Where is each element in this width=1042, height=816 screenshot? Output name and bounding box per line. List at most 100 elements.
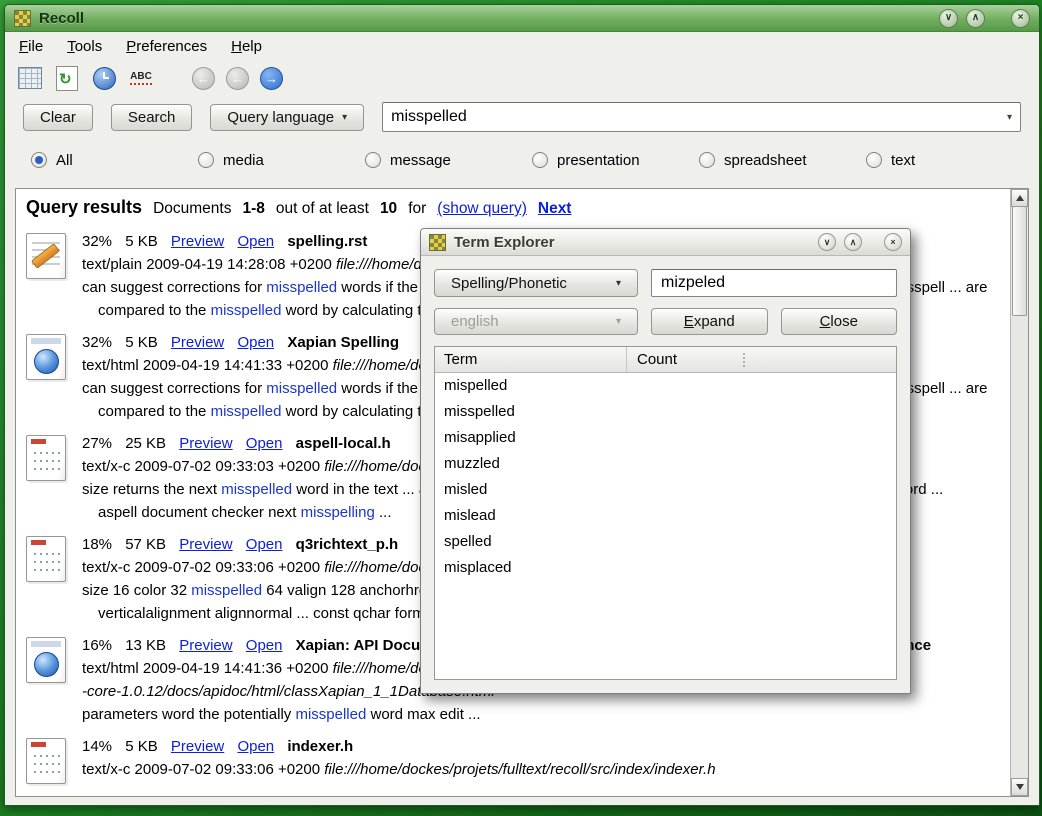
terms-table-header[interactable]: Term Count	[435, 347, 896, 373]
combo-arrow-icon: ▾	[616, 316, 621, 327]
for-word: for	[408, 200, 426, 218]
html-document-icon	[26, 637, 66, 683]
open-link[interactable]: Open	[246, 435, 283, 452]
filter-media[interactable]: media	[198, 152, 365, 169]
documents-range: 1-8	[242, 200, 264, 218]
highlighted-term: misspelled	[295, 706, 366, 723]
term-explorer-dialog: Term Explorer ∨ ∧ × Spelling/Phonetic ▾ …	[420, 228, 911, 694]
recoll-app-icon	[429, 234, 446, 251]
radio-icon	[31, 152, 47, 168]
results-header: Query results Documents 1-8 out of at le…	[26, 197, 1002, 218]
scroll-down-button[interactable]	[1011, 778, 1028, 796]
show-query-link[interactable]: (show query)	[437, 200, 527, 218]
results-scrollbar[interactable]	[1010, 189, 1028, 796]
column-resize-handle[interactable]	[743, 353, 745, 367]
unshade-button[interactable]: ∧	[966, 9, 985, 28]
open-link[interactable]: Open	[246, 536, 283, 553]
menu-file[interactable]: File	[19, 38, 43, 55]
filter-all[interactable]: All	[31, 152, 198, 169]
unshade-button[interactable]: ∧	[844, 233, 862, 251]
shade-button[interactable]: ∨	[818, 233, 836, 251]
search-input[interactable]: misspelled ▾	[382, 102, 1021, 132]
term-row[interactable]: misspelled	[435, 399, 896, 425]
term-row[interactable]: spelled	[435, 529, 896, 555]
open-link[interactable]: Open	[237, 233, 274, 250]
mode-row: Spelling/Phonetic ▾ mizpeled	[434, 269, 897, 297]
term-explorer-titlebar[interactable]: Term Explorer ∨ ∧ ×	[421, 229, 910, 256]
count-column-header[interactable]: Count	[627, 351, 743, 368]
main-titlebar[interactable]: Recoll ∨ ∧ ×	[5, 5, 1039, 32]
menu-bar: File Tools Preferences Help	[5, 32, 1039, 60]
preview-link[interactable]: Preview	[179, 536, 232, 553]
expansion-mode-combo[interactable]: Spelling/Phonetic ▾	[434, 269, 638, 297]
term-row[interactable]: mislead	[435, 503, 896, 529]
filter-text[interactable]: text	[866, 152, 915, 169]
snippet-text: parameters word the potentially	[82, 706, 295, 723]
close-dialog-button[interactable]: Close	[781, 308, 898, 335]
preview-link[interactable]: Preview	[171, 334, 224, 351]
preview-link[interactable]: Preview	[179, 435, 232, 452]
term-explorer-body: Spelling/Phonetic ▾ mizpeled english ▾ E…	[421, 256, 910, 693]
result-lines: text/x-c 2009-07-02 09:33:06 +0200 file:…	[82, 758, 1002, 781]
preview-link[interactable]: Preview	[179, 637, 232, 654]
filter-label: media	[223, 152, 264, 169]
snippet-text: compared to the	[98, 302, 211, 319]
scroll-up-button[interactable]	[1011, 189, 1028, 207]
snippet-text: can suggest corrections for	[82, 380, 266, 397]
open-link[interactable]: Open	[246, 637, 283, 654]
chevron-down-icon: ∨	[824, 238, 831, 247]
result-icon-cell	[24, 331, 82, 423]
next-page-button[interactable]: →	[260, 67, 283, 90]
term-explorer-button[interactable]: ABC	[128, 65, 154, 91]
term-row[interactable]: misled	[435, 477, 896, 503]
source-document-icon	[26, 435, 66, 481]
preview-link[interactable]: Preview	[171, 738, 224, 755]
scrollbar-thumb[interactable]	[1012, 206, 1027, 316]
filter-spreadsheet[interactable]: spreadsheet	[699, 152, 866, 169]
menu-preferences[interactable]: Preferences	[126, 38, 207, 55]
text-document-icon	[26, 233, 66, 279]
radio-icon	[699, 152, 715, 168]
term-input-value: mizpeled	[661, 274, 725, 292]
terms-list: mispelledmisspelledmisappliedmuzzledmisl…	[435, 373, 896, 679]
history-button[interactable]	[91, 65, 117, 91]
expand-button[interactable]: Expand	[651, 308, 768, 335]
next-page-link[interactable]: Next	[538, 200, 572, 218]
term-row[interactable]: misplaced	[435, 555, 896, 581]
action-row: english ▾ Expand Close	[434, 308, 897, 335]
history-clock-icon	[93, 67, 116, 90]
menu-help[interactable]: Help	[231, 38, 262, 55]
clear-button[interactable]: Clear	[23, 104, 93, 131]
language-combo: english ▾	[434, 308, 638, 335]
shade-button[interactable]: ∨	[939, 9, 958, 28]
filter-presentation[interactable]: presentation	[532, 152, 699, 169]
file-size: 13 KB	[125, 637, 166, 654]
close-button[interactable]: ×	[884, 233, 902, 251]
forward-arrow-icon: →	[265, 72, 278, 85]
clear-search-button[interactable]	[17, 65, 43, 91]
term-input[interactable]: mizpeled	[651, 269, 897, 297]
preview-link[interactable]: Preview	[171, 233, 224, 250]
open-link[interactable]: Open	[237, 738, 274, 755]
filter-label: spreadsheet	[724, 152, 807, 169]
search-button[interactable]: Search	[111, 104, 193, 131]
term-column-header[interactable]: Term	[435, 347, 627, 372]
relevance-percent: 14%	[82, 738, 112, 755]
update-index-button[interactable]: ↻	[54, 65, 80, 91]
radio-icon	[365, 152, 381, 168]
toolbar: ↻ ABC ← ← →	[5, 60, 1039, 96]
close-button[interactable]: ×	[1011, 9, 1030, 28]
menu-tools[interactable]: Tools	[67, 38, 102, 55]
snippet-text: text/html 2009-04-19 14:41:33 +0200	[82, 357, 333, 374]
term-row[interactable]: muzzled	[435, 451, 896, 477]
open-link[interactable]: Open	[237, 334, 274, 351]
result-body: 14% 5 KB Preview Open indexer.h text/x-c…	[82, 735, 1002, 784]
result-title: q3richtext_p.h	[296, 536, 399, 553]
term-row[interactable]: mispelled	[435, 373, 896, 399]
filter-message[interactable]: message	[365, 152, 532, 169]
query-language-combo[interactable]: Query language ▾	[210, 104, 364, 131]
combo-arrow-icon: ▾	[342, 112, 347, 123]
term-row[interactable]: misapplied	[435, 425, 896, 451]
result-icon-cell	[24, 432, 82, 524]
filter-label: message	[390, 152, 451, 169]
